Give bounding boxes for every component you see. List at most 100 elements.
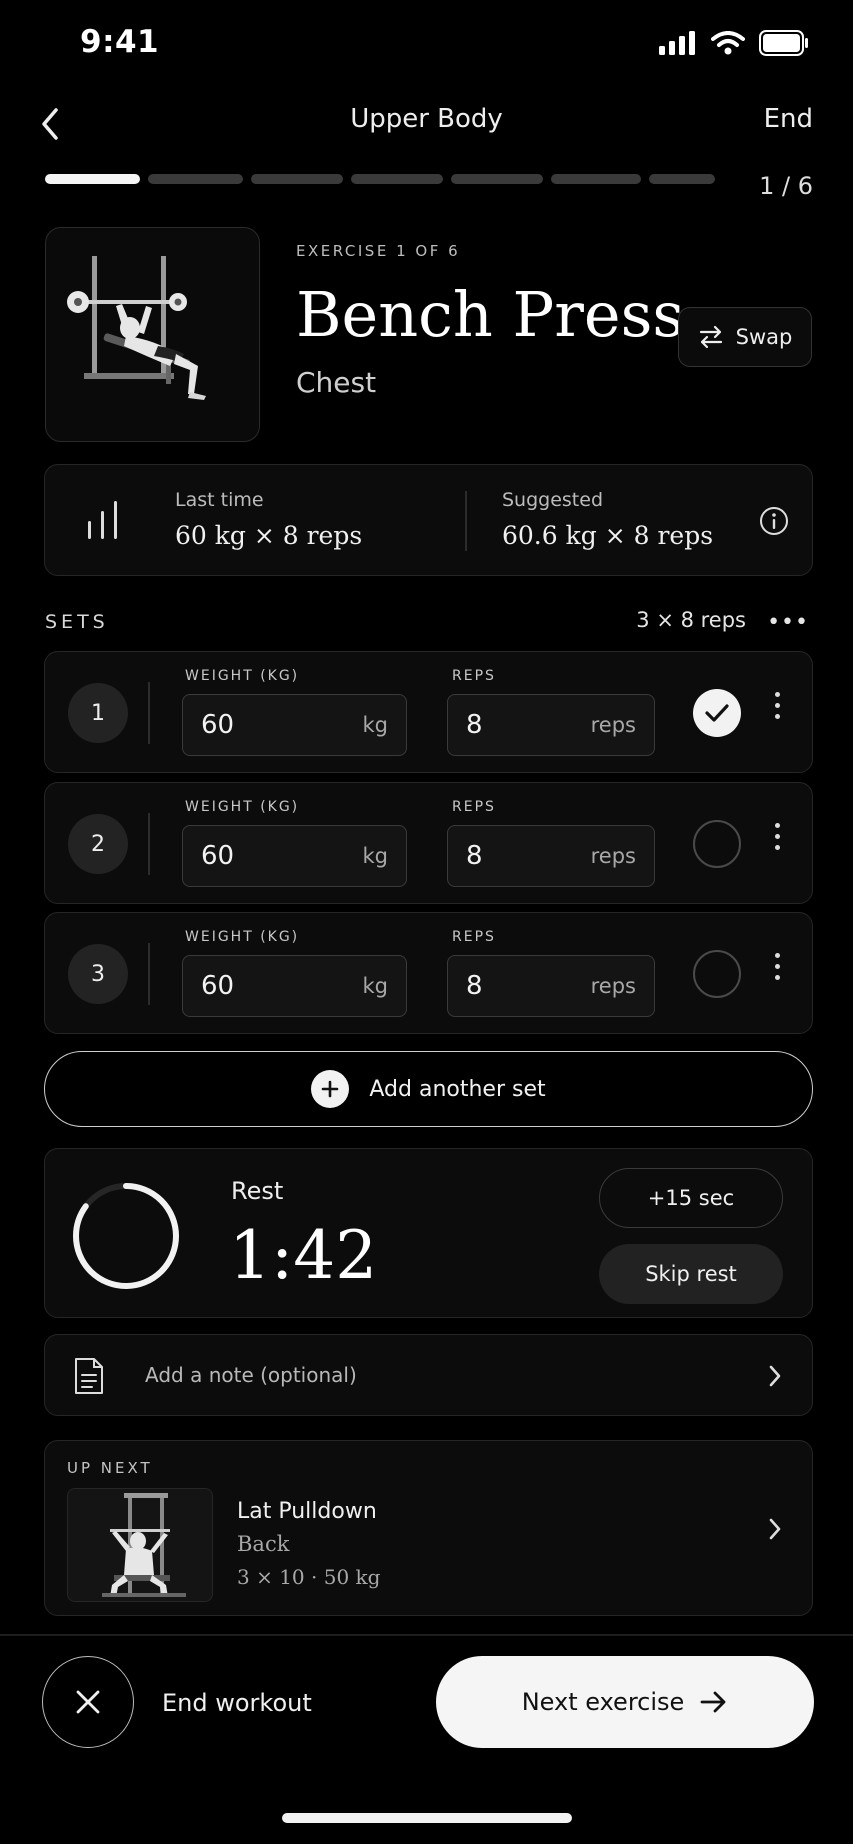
progress-segment [45,174,140,184]
info-icon[interactable] [759,506,789,536]
exercise-counter: EXERCISE 1 OF 6 [296,242,461,260]
set-complete-toggle[interactable] [693,820,741,868]
home-indicator [282,1813,572,1823]
set-divider [148,943,150,1005]
skip-rest-button[interactable]: Skip rest [599,1244,783,1304]
set-complete-toggle[interactable] [693,950,741,998]
end-button[interactable]: End [764,104,813,134]
weight-input[interactable]: 60 kg [182,825,407,887]
bench-press-illustration [67,256,206,400]
swap-label: Swap [735,325,793,349]
reps-unit: reps [590,713,636,737]
up-next-muscle: Back [237,1532,290,1556]
up-next-name: Lat Pulldown [237,1499,377,1524]
checkmark-icon [705,704,729,722]
set-number: 1 [68,683,128,743]
set-row: 1 WEIGHT (KG) 60 kg REPS 8 reps [44,651,813,773]
last-time-label: Last time [175,489,264,511]
add-note-row[interactable]: Add a note (optional) [44,1334,813,1416]
arrow-right-icon [700,1691,726,1713]
plus-icon [311,1070,350,1108]
set-divider [148,682,150,744]
end-workout-label[interactable]: End workout [162,1689,312,1717]
close-icon [76,1690,100,1714]
set-divider [148,813,150,875]
sets-more-button[interactable]: ••• [767,610,809,635]
reps-label: REPS [452,799,496,815]
stats-divider [465,491,467,551]
exercise-name: Bench Press [296,278,685,351]
reps-input[interactable]: 8 reps [447,825,655,887]
set-row: 3 WEIGHT (KG) 60 kg REPS 8 reps [44,912,813,1034]
reps-unit: reps [590,844,636,868]
swap-button[interactable]: Swap [678,307,812,367]
page-title: Upper Body [350,104,503,134]
bar-chart-icon [88,501,117,539]
reps-value: 8 [466,841,483,871]
rest-countdown: 1:42 [229,1217,378,1294]
reps-input[interactable]: 8 reps [447,955,655,1017]
weight-value: 60 [201,841,235,871]
set-number: 3 [68,944,128,1004]
progress-segment [649,174,715,184]
end-workout-button[interactable] [42,1656,134,1748]
up-next-heading: UP NEXT [67,1459,153,1477]
up-next-detail: 3 × 10 · 50 kg [237,1565,381,1589]
progress-segment [451,174,543,184]
reps-value: 8 [466,710,483,740]
set-options-button[interactable] [773,692,781,719]
next-exercise-button[interactable]: Next exercise [436,1656,814,1748]
weight-value: 60 [201,971,235,1001]
progress-segment [148,174,243,184]
lat-pulldown-illustration [102,1493,186,1597]
status-icons [659,30,809,56]
workout-progress [45,174,715,184]
sets-summary: 3 × 8 reps [636,608,746,632]
reps-label: REPS [452,929,496,945]
reps-unit: reps [590,974,636,998]
sets-heading: SETS [45,611,109,633]
document-icon [75,1358,103,1394]
exercise-muscle: Chest [296,366,377,399]
note-placeholder: Add a note (optional) [145,1363,357,1387]
set-row: 2 WEIGHT (KG) 60 kg REPS 8 reps [44,782,813,904]
status-time: 9:41 [80,24,160,60]
suggested-label: Suggested [502,489,604,511]
wifi-icon [711,31,745,55]
add-set-button[interactable]: Add another set [44,1051,813,1127]
suggested-value: 60.6 kg × 8 reps [502,521,714,550]
set-number: 2 [68,814,128,874]
add-15-sec-button[interactable]: +15 sec [599,1168,783,1228]
progress-segment [251,174,343,184]
chevron-right-icon [769,1365,781,1387]
weight-input[interactable]: 60 kg [182,955,407,1017]
weight-unit: kg [362,974,389,998]
weight-label: WEIGHT (KG) [185,929,300,945]
bottom-divider [0,1634,853,1636]
next-exercise-label: Next exercise [521,1688,685,1716]
weight-input[interactable]: 60 kg [182,694,407,756]
progress-count: 1 / 6 [759,172,813,200]
reps-value: 8 [466,971,483,1001]
stats-card: Last time 60 kg × 8 reps Suggested 60.6 … [44,464,813,576]
rest-progress-ring [73,1183,179,1289]
set-options-button[interactable] [773,823,781,850]
weight-unit: kg [362,713,389,737]
weight-value: 60 [201,710,235,740]
up-next-thumbnail [67,1488,213,1602]
weight-unit: kg [362,844,389,868]
reps-input[interactable]: 8 reps [447,694,655,756]
battery-icon [759,30,808,56]
up-next-card[interactable]: UP NEXT Lat Pulldown Back 3 × 10 · 50 kg [44,1440,813,1616]
set-complete-toggle[interactable] [693,689,741,737]
weight-label: WEIGHT (KG) [185,799,300,815]
reps-label: REPS [452,668,496,684]
exercise-thumbnail [45,227,260,442]
weight-label: WEIGHT (KG) [185,668,300,684]
set-options-button[interactable] [773,953,781,980]
swap-arrows-icon [699,325,722,349]
chevron-right-icon [769,1518,781,1540]
add-set-label: Add another set [369,1076,546,1102]
rest-label: Rest [231,1177,284,1205]
signal-icon [659,31,695,55]
